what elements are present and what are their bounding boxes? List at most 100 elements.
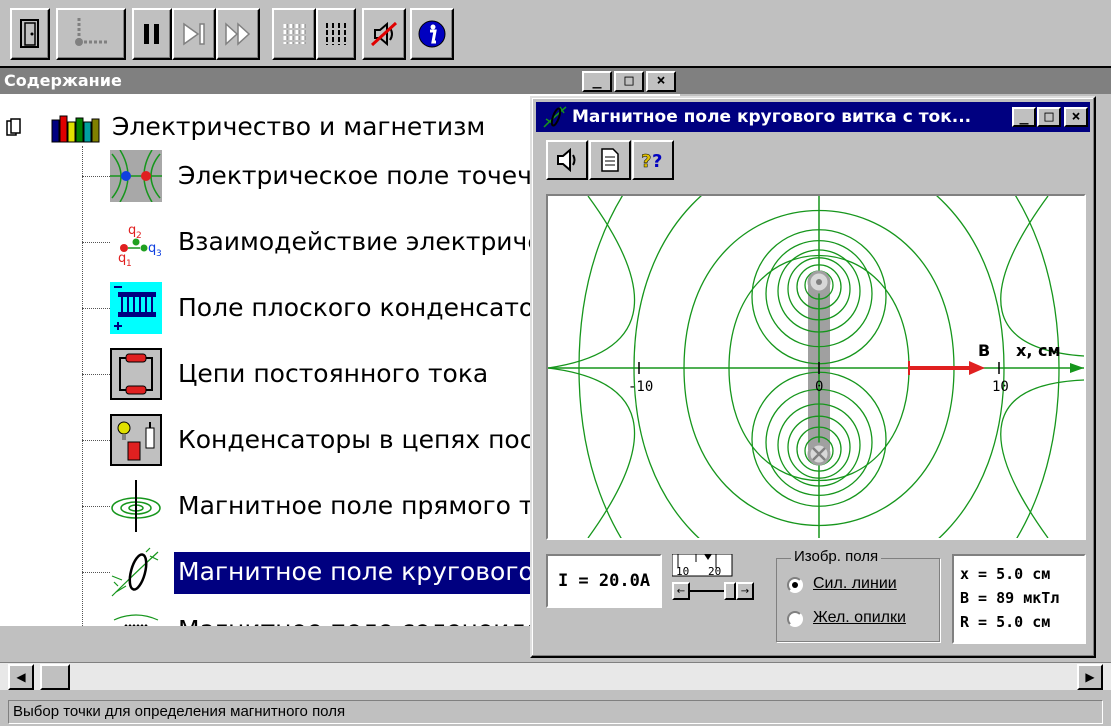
scroll-right-button[interactable]: ▶ [1077, 664, 1103, 690]
bars-button[interactable] [316, 8, 356, 60]
document-icon [601, 148, 619, 172]
simulation-window: Магнитное поле кругового витка с ток... … [530, 96, 1096, 658]
tick-label-0: 0 [815, 379, 823, 395]
contents-title-bar: Содержание [0, 68, 1111, 94]
tick-label-neg10: -10 [628, 379, 653, 395]
circular-loop-icon [111, 547, 159, 597]
slider-left-button[interactable]: ← [672, 582, 690, 600]
capacitor-circuit-icon [110, 414, 162, 466]
info-button[interactable] [410, 8, 454, 60]
readout-panel: x = 5.0 см B = 89 мкТл R = 5.0 см [952, 554, 1086, 644]
dc-circuit-icon [110, 348, 162, 400]
contents-title: Содержание [4, 71, 122, 90]
contents-minimize-button[interactable]: _ [582, 71, 612, 92]
help-icon: ?? [641, 151, 663, 172]
tree-root-label[interactable]: Электричество и магнетизм [112, 112, 485, 141]
solenoid-icon [113, 614, 159, 626]
playback-group [132, 8, 260, 60]
horizontal-scrollbar[interactable]: ◀ ▶ [0, 662, 1111, 690]
help-button[interactable]: ?? [632, 140, 674, 180]
dotted-button[interactable] [56, 8, 126, 60]
sim-title-bar[interactable]: Магнитное поле кругового витка с ток... [536, 102, 1090, 132]
arrow-left-icon: ← [676, 585, 686, 597]
books-icon [51, 115, 100, 143]
slider-right-button[interactable]: → [736, 582, 754, 600]
sim-maximize-button[interactable]: □ [1037, 107, 1061, 127]
radio-dot-unchecked [787, 611, 803, 627]
charges-interaction-icon: q2 q1 q3 [118, 223, 162, 268]
scale-label-20: 20 [708, 565, 721, 578]
sound-button[interactable] [546, 140, 588, 180]
arrow-right-icon: → [740, 585, 750, 597]
electric-field-icon [110, 150, 162, 202]
arrow-left-icon: ◀ [16, 670, 26, 684]
current-display: I = 20.0A [546, 554, 662, 608]
tree-item-label: Магнитное поле прямого ток [178, 491, 564, 520]
field-plot[interactable]: -10 0 10 B x, см [546, 194, 1086, 540]
field-line [548, 367, 636, 538]
b-vector-head [969, 361, 985, 375]
contents-maximize-button[interactable]: □ [614, 71, 644, 92]
fast-forward-button[interactable] [216, 8, 260, 60]
straight-current-icon [111, 480, 161, 532]
step-icon [183, 22, 205, 46]
radio-iron-filings[interactable]: Жел. опилки [787, 607, 937, 633]
radio-label: Сил. линии [813, 575, 897, 592]
field-line [1000, 379, 1084, 538]
sim-minimize-button[interactable]: _ [1012, 107, 1036, 127]
field-line [548, 196, 636, 369]
tree-item-label: Электрическое поле точечнь [178, 161, 564, 190]
capacitor-icon [110, 282, 162, 334]
radio-label: Жел. опилки [813, 609, 906, 626]
step-bars-icon [283, 24, 306, 44]
tree-item-label: Цепи постоянного тока [178, 359, 489, 388]
status-text: Выбор точки для определения магнитного п… [8, 700, 1103, 724]
bars-icon [326, 23, 346, 45]
current-slider[interactable]: ← → [672, 582, 756, 600]
tree-item-label: Конденсаторы в цепях посто [178, 425, 564, 454]
x-axis-label: x, см [1016, 341, 1061, 360]
sound-off-button[interactable] [362, 8, 406, 60]
sim-close-button[interactable]: × [1064, 107, 1088, 127]
b-vector-label: B [978, 341, 990, 360]
radio-field-lines[interactable]: Сил. линии [787, 573, 937, 599]
document-button[interactable] [589, 140, 631, 180]
open-book-icon [6, 118, 21, 136]
scroll-thumb[interactable] [40, 664, 70, 690]
fast-forward-icon [225, 22, 251, 46]
contents-close-button[interactable]: × [646, 71, 676, 92]
x-axis-arrow [1070, 363, 1084, 373]
dotted-icon [75, 18, 107, 46]
current-scale: 10 20 ← → [671, 553, 768, 608]
field-display-group: Изобр. поля Сил. линии Жел. опилки [776, 548, 940, 642]
readout-b: B = 89 мкТл [960, 589, 1060, 607]
step-button[interactable] [172, 8, 216, 60]
step-bars-button[interactable] [272, 8, 316, 60]
readout-r: R = 5.0 см [960, 613, 1051, 631]
pause-icon [144, 24, 159, 44]
svg-text:?: ? [641, 151, 651, 172]
field-line [1000, 196, 1084, 357]
speaker-icon [557, 148, 576, 172]
svg-text:3: 3 [156, 249, 162, 259]
mode-group [272, 8, 356, 60]
tick-label-10: 10 [992, 379, 1009, 395]
svg-text:1: 1 [126, 259, 132, 268]
pause-button[interactable] [132, 8, 172, 60]
radio-dot-checked [787, 577, 803, 593]
main-toolbar [0, 0, 1111, 68]
tree-item-label: Поле плоского конденсатора [178, 293, 566, 322]
scroll-left-button[interactable]: ◀ [8, 664, 34, 690]
info-icon [418, 20, 446, 48]
exit-button[interactable] [10, 8, 50, 60]
field-plot-svg: -10 0 10 B x, см [548, 196, 1084, 538]
sound-off-icon [370, 21, 398, 47]
sim-title: Магнитное поле кругового витка с ток... [572, 107, 972, 127]
scale-label-10: 10 [676, 565, 689, 578]
svg-text:?: ? [652, 151, 662, 172]
field-group-title: Изобр. поля [791, 548, 882, 565]
slider-thumb[interactable] [724, 582, 736, 600]
tree-item-label: Взаимодействие электричес [178, 227, 557, 256]
sim-toolbar: ?? [546, 140, 675, 180]
arrow-right-icon: ▶ [1085, 670, 1095, 684]
